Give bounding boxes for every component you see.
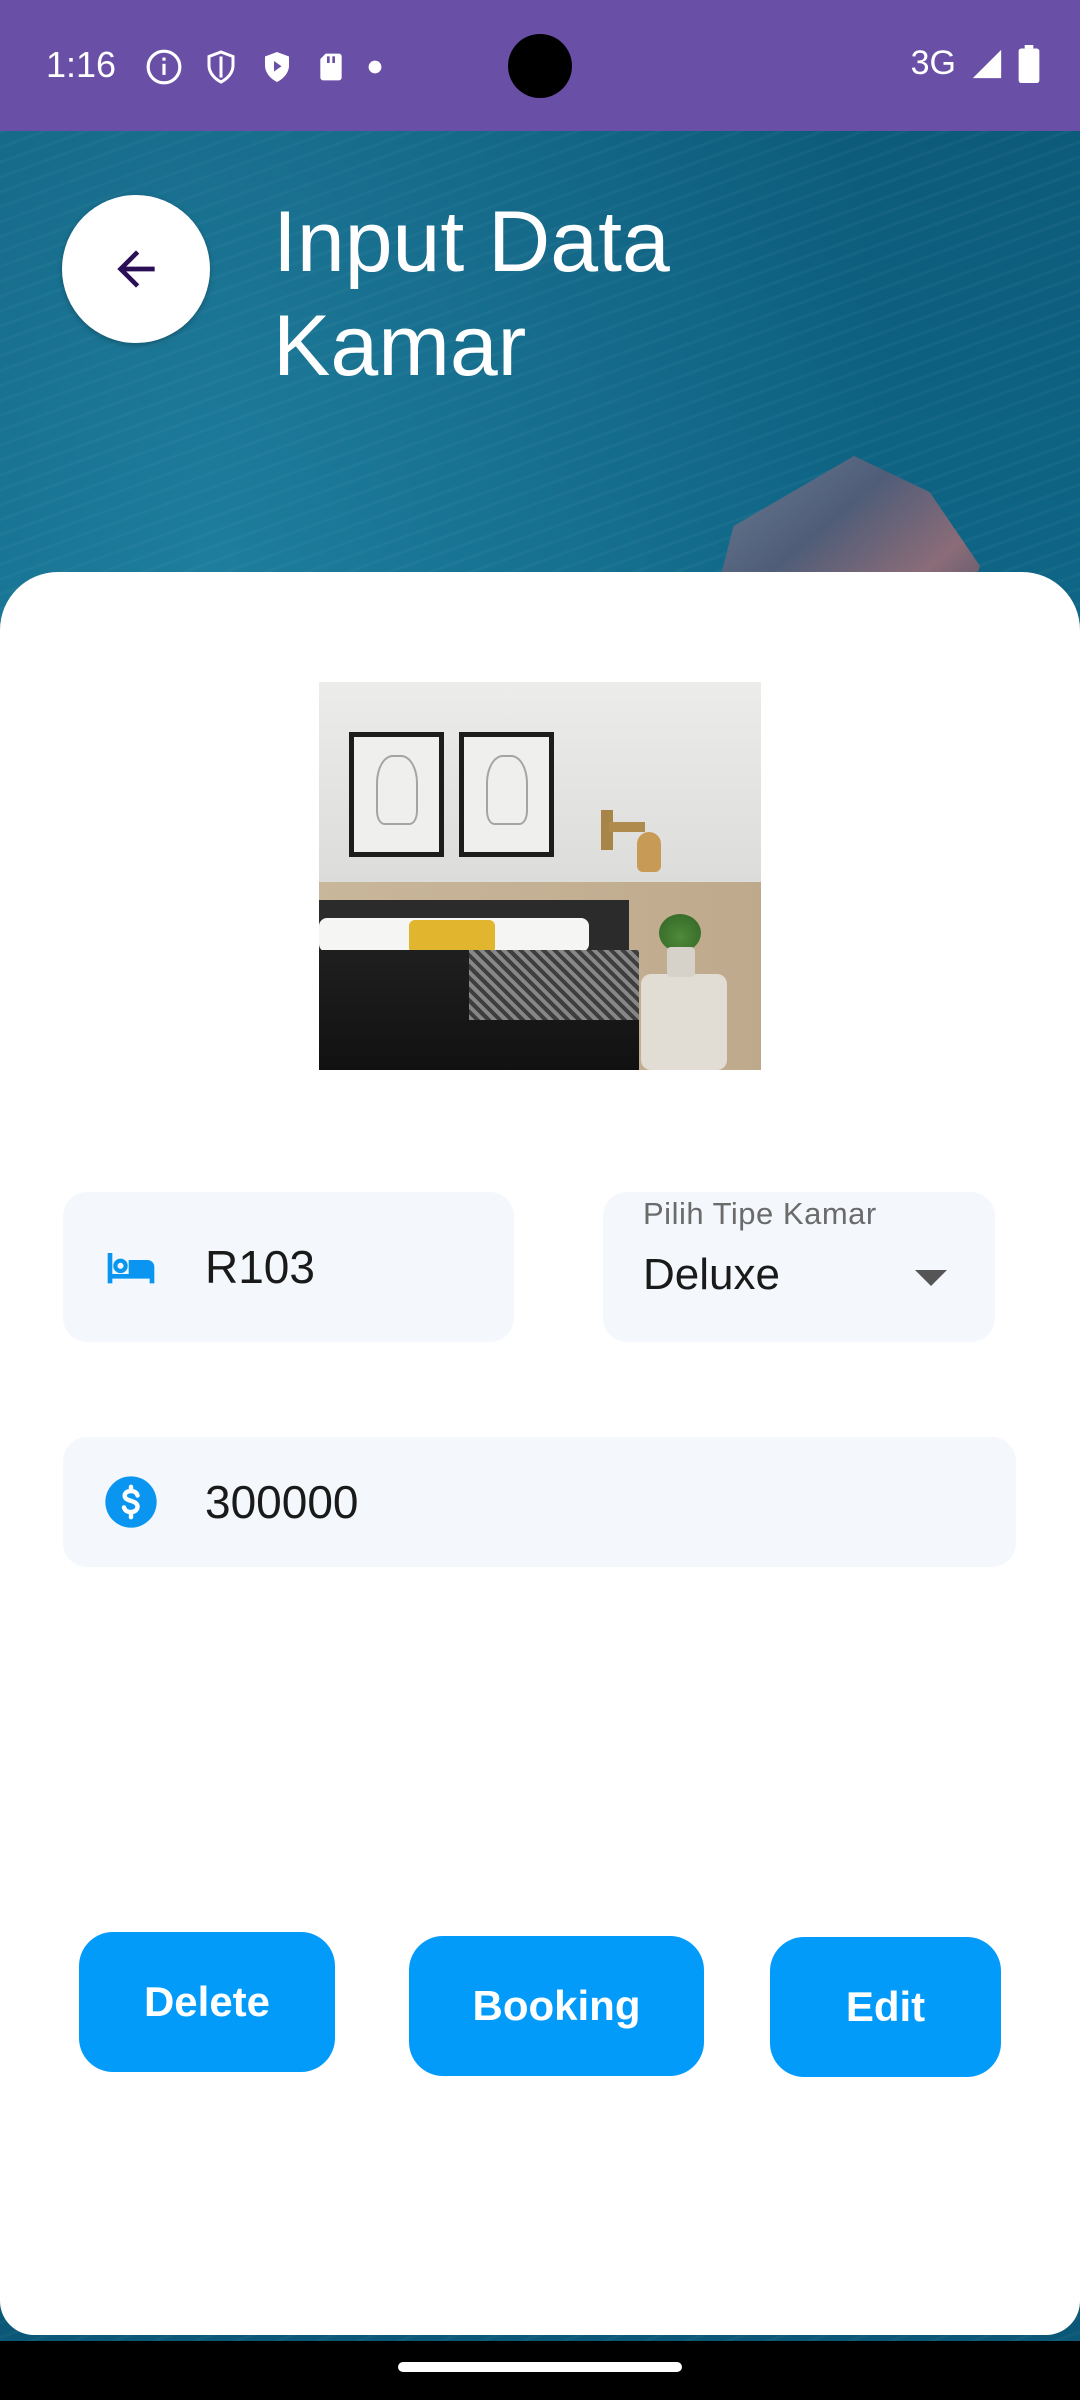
sketch-right	[486, 755, 528, 825]
shield-icon	[207, 50, 235, 84]
battery-icon	[1018, 44, 1040, 83]
status-indicators: 3G	[911, 44, 1040, 83]
pillow-yellow	[409, 920, 495, 954]
chevron-down-icon	[915, 1270, 947, 1286]
screen: 1:16 3G Input Data Kamar R103 Pilih Tipe…	[0, 0, 1080, 2400]
back-button[interactable]	[62, 195, 210, 343]
picture-frame-right	[459, 732, 554, 857]
plant-pot	[667, 947, 695, 977]
camera-cutout	[508, 34, 572, 98]
gesture-nav-handle[interactable]	[398, 2362, 682, 2372]
signal-icon	[972, 49, 1002, 78]
bed-throw	[469, 950, 639, 1020]
play-shield-icon	[265, 52, 289, 82]
room-image[interactable]	[319, 682, 761, 1070]
edit-button[interactable]: Edit	[770, 1937, 1001, 2077]
nightstand	[641, 974, 727, 1070]
bed-icon	[107, 1253, 155, 1284]
picture-frame-left	[349, 732, 444, 857]
dollar-icon	[105, 1476, 157, 1528]
lamp-head	[637, 832, 661, 872]
status-bar: 1:16 3G	[0, 0, 1080, 131]
lamp-arm	[609, 822, 645, 832]
room-number-field[interactable]: R103	[63, 1192, 514, 1342]
dot-icon	[368, 60, 382, 74]
arrow-left-icon	[117, 250, 155, 288]
status-time: 1:16	[46, 44, 117, 85]
sd-card-icon	[320, 53, 342, 81]
info-icon	[146, 49, 182, 85]
sketch-left	[376, 755, 418, 825]
room-type-dropdown[interactable]: Pilih Tipe Kamar Deluxe	[603, 1192, 995, 1342]
network-type: 3G	[910, 44, 956, 82]
price-field[interactable]: 300000	[63, 1437, 1016, 1567]
room-number-value: R103	[205, 1241, 315, 1293]
page-title: Input Data Kamar	[273, 194, 670, 394]
booking-button[interactable]: Booking	[409, 1936, 704, 2076]
delete-button[interactable]: Delete	[79, 1932, 335, 2072]
form-card: R103 Pilih Tipe Kamar Deluxe 300000 Dele…	[0, 572, 1080, 2335]
notification-icons	[145, 48, 383, 86]
price-value: 300000	[205, 1476, 359, 1528]
room-type-label: Pilih Tipe Kamar	[643, 1196, 877, 1231]
room-type-value: Deluxe	[643, 1250, 780, 1299]
